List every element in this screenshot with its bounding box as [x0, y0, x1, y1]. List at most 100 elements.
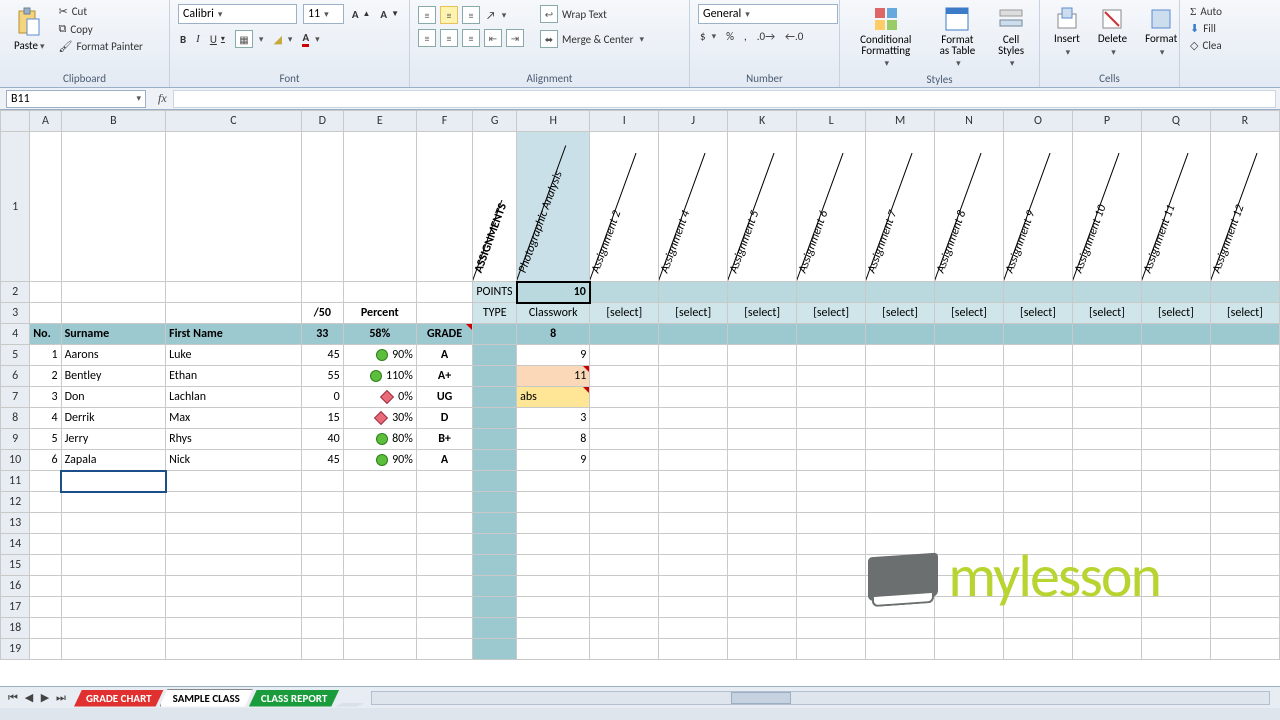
cell-J1: Assignment 4 [659, 132, 728, 282]
row-17[interactable]: 17 [1, 597, 1280, 618]
format-button[interactable]: Format [1139, 4, 1183, 60]
sigma-icon: Σ [1190, 6, 1196, 18]
cell-K1: Assignment 5 [728, 132, 797, 282]
bucket-icon: ◢ [273, 33, 281, 46]
group-title: Styles [848, 71, 1031, 86]
formula-bar: B11▾ fx [0, 88, 1280, 110]
group-title: Clipboard [8, 70, 161, 85]
font-size-combo[interactable]: 11▾ [303, 4, 344, 24]
number-format-combo[interactable]: General▾ [698, 4, 838, 24]
grow-font-button[interactable]: A▲ [350, 7, 373, 22]
row-2[interactable]: 2 POINTS 10 [1, 282, 1280, 303]
row-18[interactable]: 18 [1, 618, 1280, 639]
inc-decimal-button[interactable]: .0→ [755, 29, 777, 44]
row-11[interactable]: 11 [1, 471, 1280, 492]
name-box[interactable]: B11▾ [6, 90, 146, 108]
cell-styles-button[interactable]: Cell Styles [991, 4, 1031, 71]
underline-button[interactable]: U▾ [208, 32, 227, 47]
row-9[interactable]: 9 5 Jerry Rhys 40 80% B+ 8 [1, 429, 1280, 450]
row-16[interactable]: 16 [1, 576, 1280, 597]
cell-P1: Assignment 10 [1072, 132, 1141, 282]
row-3[interactable]: 3 /50 Percent TYPE Classwork [select] [s… [1, 303, 1280, 324]
fill-color-button[interactable]: ◢ [271, 32, 294, 47]
row-19[interactable]: 19 [1, 639, 1280, 660]
tab-class-report[interactable]: CLASS REPORT [249, 690, 339, 707]
group-title: Font [178, 70, 401, 85]
table-icon [944, 6, 970, 32]
font-name-combo[interactable]: Calibri▾ [178, 4, 297, 24]
italic-button[interactable]: I [194, 32, 202, 46]
shrink-font-button[interactable]: A▼ [378, 7, 401, 22]
indent-inc-button[interactable]: ⇥ [506, 29, 524, 47]
scissors-icon: ✂ [58, 5, 67, 18]
h-scrollbar[interactable] [371, 691, 1270, 705]
formula-input[interactable] [173, 90, 1276, 108]
row-5[interactable]: 5 1 Aarons Luke 45 90% A 9 [1, 345, 1280, 366]
row-10[interactable]: 10 6 Zapala Nick 45 90% A 9 [1, 450, 1280, 471]
comma-button[interactable]: , [742, 29, 749, 44]
tab-nav[interactable]: ⏮◀▶⏭ [0, 691, 74, 705]
column-headers[interactable]: ABCDEFGHIJKLMNOPQR [1, 111, 1280, 132]
merge-center-button[interactable]: ⬌Merge & Center [538, 29, 646, 49]
grid[interactable]: ABCDEFGHIJKLMNOPQR 1 ASSIGNMENTS Photogr… [0, 110, 1280, 660]
align-middle-button[interactable]: ≡ [440, 6, 458, 24]
row-4[interactable]: 4 No. Surname First Name 33 58% GRADE 8 [1, 324, 1280, 345]
percent-button[interactable]: % [724, 29, 736, 44]
conditional-formatting-button[interactable]: Conditional Formatting [848, 4, 924, 71]
cell-Q1: Assignment 11 [1141, 132, 1210, 282]
border-icon: ▦ [235, 30, 253, 48]
row-8[interactable]: 8 4 Derrik Max 15 30% D 3 [1, 408, 1280, 429]
insert-icon [1056, 6, 1078, 30]
row-6[interactable]: 6 2 Bentley Ethan 55 110% A+ 11 [1, 366, 1280, 387]
status-bar [0, 708, 1280, 720]
font-color-icon: A [302, 31, 309, 47]
paste-button[interactable]: Paste [8, 5, 50, 54]
align-center-button[interactable]: ≡ [440, 29, 458, 47]
orientation-button[interactable]: ↗ [484, 6, 508, 24]
currency-button[interactable]: $ [698, 29, 718, 44]
row-1[interactable]: 1 ASSIGNMENTS Photographic Analysis Assi… [1, 132, 1280, 282]
paste-icon [15, 7, 43, 37]
tab-new[interactable] [335, 703, 365, 707]
autosum-button[interactable]: ΣAuto [1188, 4, 1262, 19]
bold-button[interactable]: B [178, 32, 188, 47]
cell-R1: Assignment 12 [1210, 132, 1279, 282]
format-painter-button[interactable]: 🖌Format Painter [56, 39, 144, 54]
align-right-button[interactable]: ≡ [462, 29, 480, 47]
wrap-text-button[interactable]: ↩Wrap Text [538, 4, 646, 24]
format-as-table-button[interactable]: Format as Table [930, 4, 986, 71]
cell-O1: Assignment 9 [1004, 132, 1073, 282]
tab-sample-class[interactable]: SAMPLE CLASS [160, 689, 253, 707]
delete-button[interactable]: Delete [1092, 4, 1133, 60]
align-left-button[interactable]: ≡ [418, 29, 436, 47]
clear-button[interactable]: ◇Clea [1188, 38, 1262, 53]
align-top-button[interactable]: ≡ [418, 6, 436, 24]
insert-button[interactable]: Insert [1048, 4, 1086, 60]
styles-icon [998, 6, 1024, 32]
row-12[interactable]: 12 [1, 492, 1280, 513]
font-color-button[interactable]: A [300, 30, 321, 48]
row-15[interactable]: 15 [1, 555, 1280, 576]
tab-grade-chart[interactable]: GRADE CHART [74, 690, 164, 707]
select-all-corner[interactable] [1, 111, 30, 132]
row-13[interactable]: 13 [1, 513, 1280, 534]
cell-H1: Photographic Analysis [517, 132, 590, 282]
row-14[interactable]: 14 [1, 534, 1280, 555]
row-7[interactable]: 7 3 Don Lachlan 0 0% UG abs [1, 387, 1280, 408]
fx-icon[interactable]: fx [152, 91, 173, 106]
cell-L1: Assignment 6 [797, 132, 866, 282]
merge-icon: ⬌ [540, 30, 558, 48]
brush-icon: 🖌 [58, 40, 72, 53]
cell-M1: Assignment 7 [866, 132, 935, 282]
fill-down-icon: ⬇ [1190, 22, 1199, 35]
copy-button[interactable]: ⧉Copy [56, 21, 144, 37]
group-title: Number [698, 70, 831, 85]
fill-button[interactable]: ⬇Fill [1188, 21, 1262, 36]
dec-decimal-button[interactable]: ←.0 [783, 29, 805, 44]
indent-dec-button[interactable]: ⇤ [484, 29, 502, 47]
cut-button[interactable]: ✂Cut [56, 4, 144, 19]
cell-N1: Assignment 8 [935, 132, 1004, 282]
group-title: Cells [1048, 70, 1171, 85]
align-bottom-button[interactable]: ≡ [462, 6, 480, 24]
border-button[interactable]: ▦ [233, 29, 266, 49]
